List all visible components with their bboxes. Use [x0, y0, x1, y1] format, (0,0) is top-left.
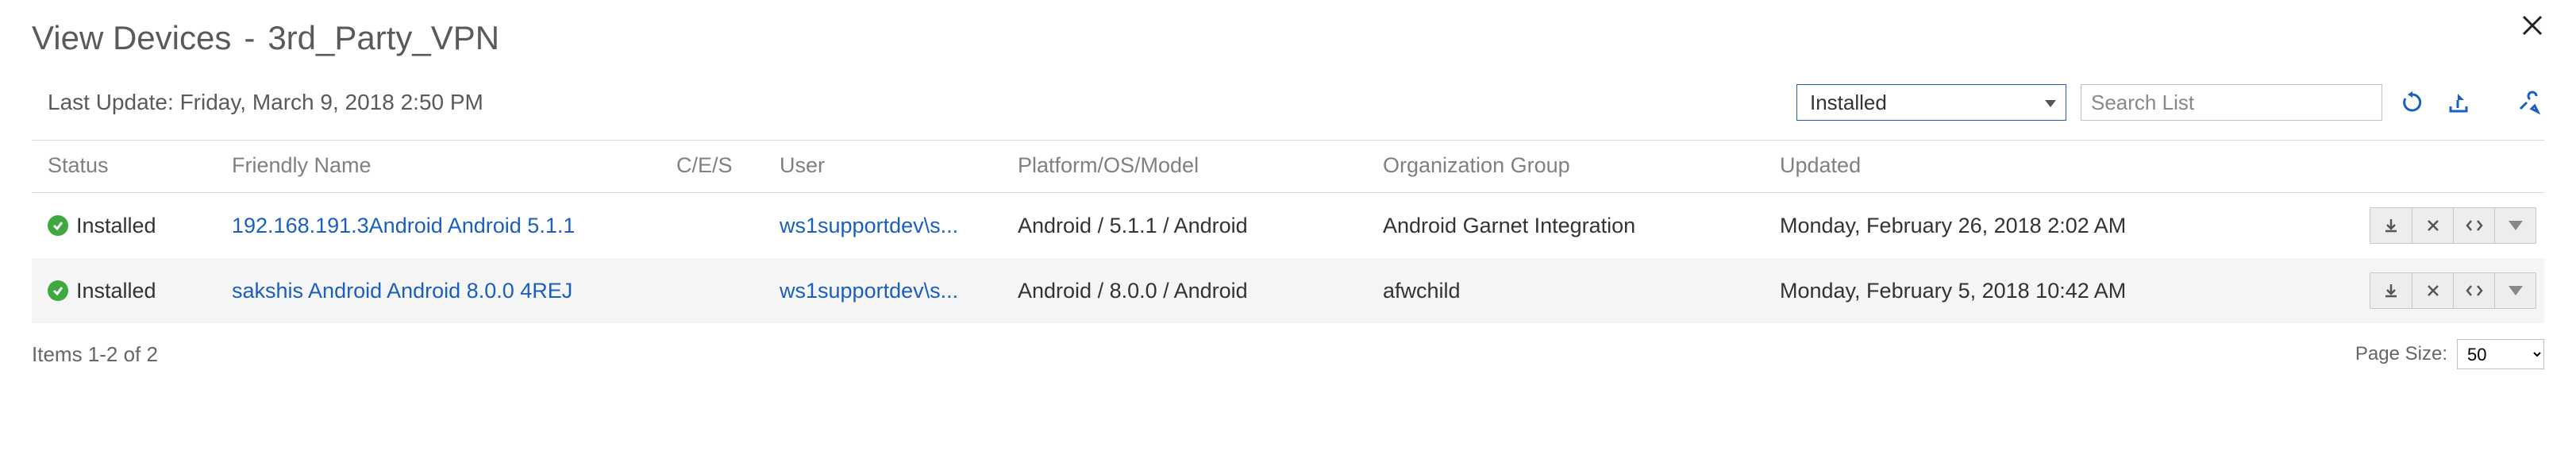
friendly-name-link[interactable]: 192.168.191.3Android Android 5.1.1	[232, 214, 575, 237]
updated-cell: Monday, February 5, 2018 10:42 AM	[1770, 258, 2262, 323]
title-prefix: View Devices	[32, 19, 231, 57]
last-update-value: Friday, March 9, 2018 2:50 PM	[180, 90, 483, 114]
search-input[interactable]	[2081, 84, 2382, 121]
col-header-user[interactable]: User	[770, 141, 1008, 193]
col-header-updated[interactable]: Updated	[1770, 141, 2262, 193]
status-filter-dropdown[interactable]: Installed	[1796, 84, 2066, 121]
chevron-down-icon	[2509, 221, 2523, 230]
chevron-down-icon	[2045, 94, 2056, 112]
close-icon[interactable]	[2517, 11, 2547, 43]
org-cell: afwchild	[1373, 258, 1770, 323]
col-header-platform[interactable]: Platform/OS/Model	[1008, 141, 1373, 193]
page-title: View Devices - 3rd_Party_VPN	[32, 19, 499, 57]
last-update-label: Last Update:	[48, 90, 174, 114]
row-actions	[2370, 272, 2536, 309]
last-update: Last Update: Friday, March 9, 2018 2:50 …	[48, 90, 483, 115]
page-size-label: Page Size:	[2355, 343, 2447, 365]
export-icon[interactable]	[2443, 87, 2474, 118]
col-header-ces[interactable]: C/E/S	[667, 141, 770, 193]
col-header-org[interactable]: Organization Group	[1373, 141, 1770, 193]
download-icon[interactable]	[2370, 273, 2412, 308]
org-cell: Android Garnet Integration	[1373, 193, 1770, 259]
ces-cell	[667, 258, 770, 323]
status-ok-icon	[48, 215, 68, 236]
title-separator: -	[244, 19, 255, 57]
code-icon[interactable]	[2453, 273, 2494, 308]
updated-cell: Monday, February 26, 2018 2:02 AM	[1770, 193, 2262, 259]
title-name: 3rd_Party_VPN	[268, 19, 499, 57]
user-link[interactable]: ws1supportdev\s...	[780, 279, 958, 303]
remove-icon[interactable]	[2412, 273, 2453, 308]
remove-icon[interactable]	[2412, 208, 2453, 243]
status-text: Installed	[76, 214, 156, 238]
col-header-actions	[2262, 141, 2544, 193]
code-icon[interactable]	[2453, 208, 2494, 243]
user-link[interactable]: ws1supportdev\s...	[780, 214, 958, 237]
friendly-name-link[interactable]: sakshis Android Android 8.0.0 4REJ	[232, 279, 572, 303]
page-size-select[interactable]: 50	[2457, 339, 2544, 369]
ces-cell	[667, 193, 770, 259]
items-count: Items 1-2 of 2	[32, 342, 158, 367]
download-icon[interactable]	[2370, 208, 2412, 243]
status-cell: Installed	[48, 214, 213, 238]
status-cell: Installed	[48, 279, 213, 303]
status-ok-icon	[48, 280, 68, 301]
row-actions	[2370, 207, 2536, 244]
status-filter-selected: Installed	[1810, 91, 1887, 115]
refresh-icon[interactable]	[2397, 87, 2428, 118]
col-header-friendly-name[interactable]: Friendly Name	[222, 141, 667, 193]
table-row: Installed 192.168.191.3Android Android 5.…	[32, 193, 2544, 259]
more-icon[interactable]	[2494, 208, 2536, 243]
devices-table: Status Friendly Name C/E/S User Platform…	[32, 140, 2544, 323]
more-icon[interactable]	[2494, 273, 2536, 308]
platform-cell: Android / 8.0.0 / Android	[1008, 258, 1373, 323]
platform-cell: Android / 5.1.1 / Android	[1008, 193, 1373, 259]
tools-icon[interactable]	[2512, 87, 2544, 118]
table-row: Installed sakshis Android Android 8.0.0 4…	[32, 258, 2544, 323]
chevron-down-icon	[2509, 286, 2523, 295]
status-text: Installed	[76, 279, 156, 303]
col-header-status[interactable]: Status	[32, 141, 222, 193]
